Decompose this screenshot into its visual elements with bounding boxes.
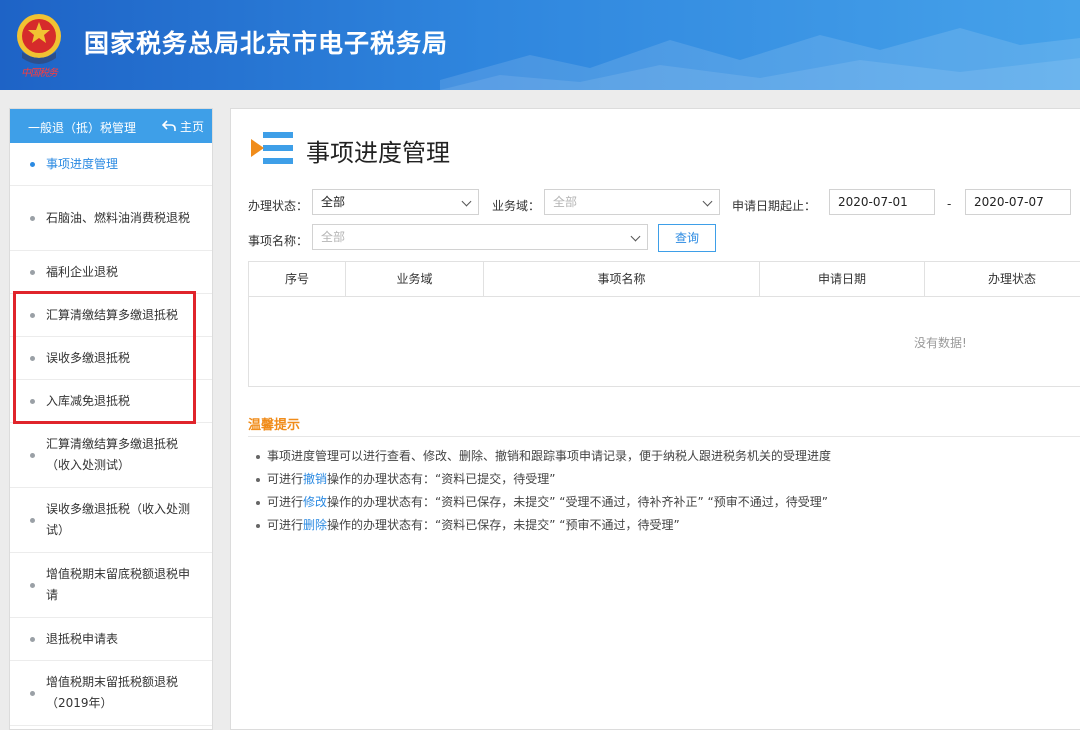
item-name-placeholder: 全部 xyxy=(321,230,346,244)
sidebar-item-label: 退抵税申请表 xyxy=(46,631,119,646)
query-button[interactable]: 查询 xyxy=(658,224,716,252)
chevron-down-icon xyxy=(702,196,713,207)
sidebar-item-label: 入库减免退抵税 xyxy=(46,393,131,408)
results-table: 序号 业务域 事项名称 申请日期 办理状态 没有数据! xyxy=(248,261,1080,387)
tip-item: 可进行修改操作的办理状态有：“资料已保存，未提交” “受理不通过，待补齐补正” … xyxy=(255,491,831,514)
column-header-index: 序号 xyxy=(249,262,346,296)
date-range-label: 申请日期起止： xyxy=(732,199,817,213)
home-label: 主页 xyxy=(179,120,204,134)
date-end-input[interactable]: 2020-07-07 xyxy=(965,189,1071,215)
sidebar-item-label: 增值税期末留抵税额退税（2019年） xyxy=(46,675,179,710)
sidebar-item-vat-2019[interactable]: 增值税期末留抵税额退税（2019年） xyxy=(10,661,212,726)
tip-text: 操作的办理状态有：“资料已提交，待受理” xyxy=(327,472,556,486)
tip-item: 可进行删除操作的办理状态有：“资料已保存，未提交” “预审不通过，待受理” xyxy=(255,514,831,537)
sidebar-item-label: 事项进度管理 xyxy=(46,156,119,171)
sidebar-item-settlement-test[interactable]: 汇算清缴结算多缴退抵税（收入处测试） xyxy=(10,423,212,488)
tip-text: 事项进度管理可以进行查看、修改、删除、撤销和跟踪事项申请记录，便于纳税人跟进税务… xyxy=(267,449,832,463)
domain-label: 业务域： xyxy=(492,199,541,213)
emblem-caption: 中国税务 xyxy=(21,68,58,79)
domain-select[interactable]: 全部 xyxy=(544,189,720,215)
delete-link[interactable]: 删除 xyxy=(303,518,327,532)
sidebar-item-label: 误收多缴退抵税（收入处测试） xyxy=(46,502,191,537)
sidebar-item-label: 增值税期末留底税额退税申请 xyxy=(46,567,191,602)
sidebar-item-label: 石脑油、燃料油消费税退税 xyxy=(46,210,191,225)
empty-table-message: 没有数据! xyxy=(914,336,967,350)
tips-title: 温馨提示 xyxy=(248,418,301,433)
sidebar-item-progress[interactable]: 事项进度管理 xyxy=(10,143,212,186)
status-label: 办理状态： xyxy=(248,199,309,213)
site-title: 国家税务总局北京市电子税务局 xyxy=(84,29,449,58)
sidebar-item-vat-refund[interactable]: 增值税期末留底税额退税申请 xyxy=(10,553,212,618)
tip-item: 事项进度管理可以进行查看、修改、删除、撤销和跟踪事项申请记录，便于纳税人跟进税务… xyxy=(255,445,831,468)
sidebar-header: 一般退（抵）税管理 主页 xyxy=(10,109,212,143)
revoke-link[interactable]: 撤销 xyxy=(303,472,327,486)
domain-placeholder: 全部 xyxy=(553,195,578,209)
sidebar-item-mistaken[interactable]: 误收多缴退抵税 xyxy=(10,337,212,380)
sidebar-item-mistaken-test[interactable]: 误收多缴退抵税（收入处测试） xyxy=(10,488,212,553)
page-title: 事项进度管理 xyxy=(306,139,450,167)
sidebar-item-label: 汇算清缴结算多缴退抵税（收入处测试） xyxy=(46,437,179,472)
tip-item: 可进行撤销操作的办理状态有：“资料已提交，待受理” xyxy=(255,468,831,491)
sidebar-item-label: 误收多缴退抵税 xyxy=(46,350,131,365)
column-header-domain: 业务域 xyxy=(346,262,484,296)
modify-link[interactable]: 修改 xyxy=(303,495,327,509)
mountain-background xyxy=(440,28,1080,90)
sidebar-item-storage[interactable]: 入库减免退抵税 xyxy=(10,380,212,423)
sidebar-title: 一般退（抵）税管理 xyxy=(28,121,137,135)
sidebar-item-label: 福利企业退税 xyxy=(46,264,119,279)
table-header: 序号 业务域 事项名称 申请日期 办理状态 xyxy=(249,262,1080,297)
tip-text: 可进行 xyxy=(267,495,304,509)
column-header-item-name: 事项名称 xyxy=(484,262,760,296)
home-link[interactable]: 主页 xyxy=(162,118,204,135)
return-arrow-icon xyxy=(162,120,176,131)
tips-list: 事项进度管理可以进行查看、修改、删除、撤销和跟踪事项申请记录，便于纳税人跟进税务… xyxy=(255,445,831,537)
sidebar-item-naphtha[interactable]: 石脑油、燃料油消费税退税 xyxy=(10,186,212,251)
item-name-select[interactable]: 全部 xyxy=(312,224,648,250)
column-header-apply-date: 申请日期 xyxy=(760,262,925,296)
chevron-down-icon xyxy=(461,196,472,207)
sidebar-item-label: 汇算清缴结算多缴退抵税 xyxy=(46,307,179,322)
date-separator: - xyxy=(947,197,952,211)
chevron-down-icon xyxy=(630,231,641,242)
date-start-input[interactable]: 2020-07-01 xyxy=(829,189,935,215)
tip-text: 操作的办理状态有：“资料已保存，未提交” “受理不通过，待补齐补正” “预审不通… xyxy=(327,495,828,509)
sidebar-item-welfare[interactable]: 福利企业退税 xyxy=(10,251,212,294)
menu-play-icon xyxy=(251,132,293,164)
status-value: 全部 xyxy=(321,195,346,209)
main-panel: 事项进度管理 办理状态： 全部 业务域： 全部 申请日期起止： 2020-07-… xyxy=(230,108,1080,730)
tips-divider xyxy=(248,436,1080,437)
tip-text: 可进行 xyxy=(267,472,304,486)
column-header-status: 办理状态 xyxy=(987,272,1036,286)
sidebar-item-settlement[interactable]: 汇算清缴结算多缴退抵税 xyxy=(10,294,212,337)
item-name-label: 事项名称： xyxy=(248,234,309,248)
sidebar: 一般退（抵）税管理 主页 事项进度管理 石脑油、燃料油消费税退税 福利企业退税 … xyxy=(9,108,213,730)
tip-text: 操作的办理状态有：“资料已保存，未提交” “预审不通过，待受理” xyxy=(327,518,680,532)
sidebar-item-refund-form[interactable]: 退抵税申请表 xyxy=(10,618,212,661)
tip-text: 可进行 xyxy=(267,518,304,532)
status-select[interactable]: 全部 xyxy=(312,189,479,215)
site-header: 中国税务 国家税务总局北京市电子税务局 xyxy=(0,0,1080,90)
